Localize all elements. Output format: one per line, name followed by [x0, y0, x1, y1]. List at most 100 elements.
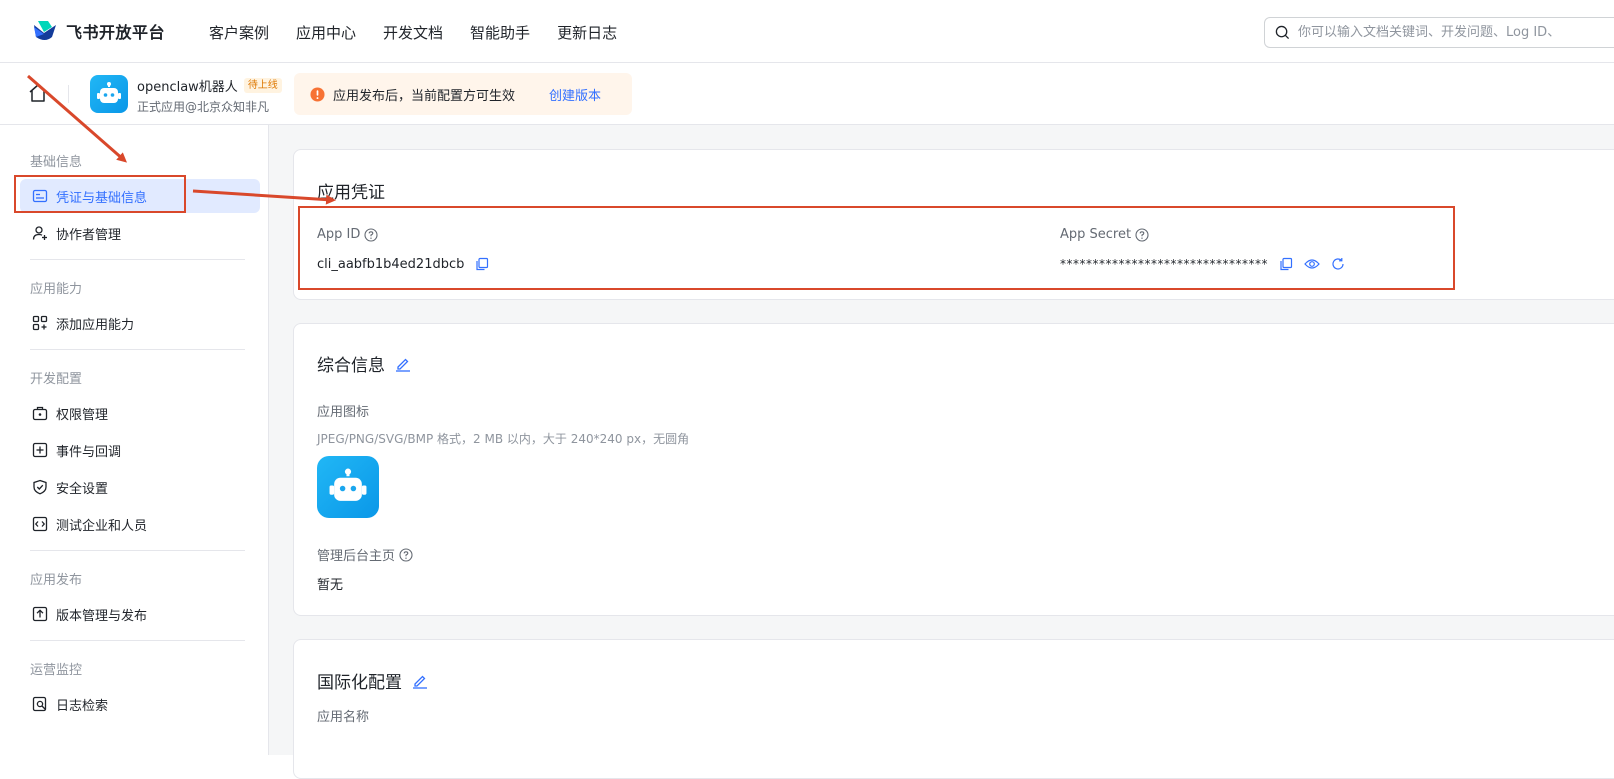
admin-home-value: 暂无 [317, 578, 344, 593]
label-text: 管理后台主页 [317, 549, 396, 564]
user-add-icon [32, 226, 47, 240]
logo[interactable]: 飞书开放平台 [32, 19, 165, 43]
robot-icon [97, 82, 121, 103]
divider [30, 349, 245, 350]
app-icon-hint: JPEG/PNG/SVG/BMP 格式，2 MB 以内，大于 240*240 p… [317, 432, 690, 446]
status-badge: 待上线 [243, 78, 282, 93]
app-avatar [90, 75, 128, 113]
card-title-text: 应用凭证 [317, 183, 385, 203]
sidebar-item-label: 凭证与基础信息 [56, 190, 148, 206]
general-info-title: 综合信息 [317, 351, 411, 376]
general-info-card: 综合信息 应用图标 JPEG/PNG/SVG/BMP 格式，2 MB 以内，大于… [293, 323, 1614, 616]
upload-icon [32, 606, 48, 622]
nav-item-changelog[interactable]: 更新日志 [557, 22, 617, 43]
sidebar-item-test-tenants[interactable]: 测试企业和人员 [20, 507, 260, 541]
edit-icon[interactable] [412, 673, 428, 689]
top-nav: 客户案例 应用中心 开发文档 智能助手 更新日志 [209, 22, 617, 43]
group-title-release: 应用发布 [30, 573, 83, 588]
card-title-text: 综合信息 [317, 356, 385, 376]
search-input[interactable] [1298, 25, 1598, 40]
search-icon [1275, 25, 1290, 40]
warning-icon [310, 86, 325, 102]
app-id-value: cli_aabfb1b4ed21dbcb [317, 256, 465, 272]
credentials-card: 应用凭证 App ID cli_aabfb1b4ed21dbcb App Sec… [293, 149, 1614, 300]
app-id-row: cli_aabfb1b4ed21dbcb [317, 256, 490, 272]
sidebar-item-collaborators[interactable]: 协作者管理 [20, 216, 260, 250]
logo-text: 飞书开放平台 [66, 23, 166, 42]
create-version-link[interactable]: 创建版本 [549, 85, 601, 104]
sidebar: 基础信息 凭证与基础信息 协作者管理 应用能力 添加应用能力 开发配置 权限管理… [6, 125, 269, 755]
app-subtitle: 正式应用@北京众知非凡 [137, 100, 270, 114]
feishu-logo-icon [34, 21, 56, 40]
label-text: App ID [317, 227, 361, 242]
reset-secret-button[interactable] [1330, 256, 1346, 272]
log-search-icon [32, 696, 47, 712]
notice-text: 应用发布后，当前配置方可生效 [333, 88, 516, 104]
top-bar: 飞书开放平台 客户案例 应用中心 开发文档 智能助手 更新日志 [0, 0, 1614, 63]
copy-icon [1280, 257, 1293, 271]
edit-icon[interactable] [395, 356, 411, 372]
app-name-row: openclaw机器人 待上线 [137, 76, 282, 95]
app-icon-upload[interactable] [317, 456, 379, 518]
divider [30, 550, 245, 551]
copy-icon [476, 257, 489, 271]
nav-item-app-center[interactable]: 应用中心 [296, 22, 356, 43]
sidebar-item-events[interactable]: 事件与回调 [20, 433, 260, 467]
sidebar-item-log-search[interactable]: 日志检索 [20, 687, 260, 721]
label-text: App Secret [1060, 227, 1132, 242]
i18n-title: 国际化配置 [317, 668, 428, 693]
credentials-title: 应用凭证 [317, 178, 385, 203]
help-icon[interactable] [1135, 227, 1149, 242]
group-title-dev-config: 开发配置 [30, 372, 83, 387]
help-icon[interactable] [364, 227, 378, 242]
publish-notice: 应用发布后，当前配置方可生效 创建版本 [294, 73, 632, 115]
sidebar-item-label: 协作者管理 [56, 227, 122, 243]
app-secret-value: ******************************** [1060, 257, 1268, 271]
eye-icon [1304, 259, 1320, 269]
help-icon[interactable] [399, 547, 413, 562]
briefcase-lock-icon [32, 406, 48, 421]
app-secret-label: App Secret [1060, 227, 1149, 242]
sidebar-item-label: 安全设置 [56, 481, 109, 497]
copy-app-id-button[interactable] [474, 256, 490, 272]
sidebar-item-versions[interactable]: 版本管理与发布 [20, 597, 260, 631]
id-card-icon [32, 189, 48, 203]
show-secret-button[interactable] [1304, 256, 1320, 272]
sidebar-item-security[interactable]: 安全设置 [20, 470, 260, 504]
main-content: 应用凭证 App ID cli_aabfb1b4ed21dbcb App Sec… [269, 125, 1614, 779]
admin-home-label: 管理后台主页 [317, 545, 413, 564]
app-name-label: 应用名称 [317, 710, 370, 725]
nav-item-cases[interactable]: 客户案例 [209, 22, 269, 43]
divider [68, 85, 69, 103]
event-add-icon [32, 442, 48, 458]
home-icon[interactable] [28, 83, 48, 103]
group-title-monitoring: 运营监控 [30, 663, 83, 678]
sidebar-item-label: 事件与回调 [56, 444, 122, 460]
card-title-text: 国际化配置 [317, 673, 402, 693]
app-secret-row: ******************************** [1060, 256, 1346, 272]
refresh-icon [1332, 258, 1344, 270]
robot-icon [329, 468, 367, 501]
group-title-basic: 基础信息 [30, 155, 83, 170]
divider [30, 259, 245, 260]
sidebar-item-label: 版本管理与发布 [56, 608, 148, 624]
sidebar-item-permissions[interactable]: 权限管理 [20, 396, 260, 430]
sidebar-item-add-capability[interactable]: 添加应用能力 [20, 306, 260, 340]
sidebar-item-label: 添加应用能力 [56, 317, 135, 333]
group-title-capabilities: 应用能力 [30, 282, 83, 297]
i18n-card: 国际化配置 应用名称 [293, 639, 1614, 779]
app-icon-label: 应用图标 [317, 405, 370, 420]
app-bar: openclaw机器人 待上线 正式应用@北京众知非凡 应用发布后，当前配置方可… [0, 63, 1614, 125]
sidebar-item-label: 权限管理 [56, 407, 109, 423]
copy-secret-button[interactable] [1278, 256, 1294, 272]
sidebar-item-credentials[interactable]: 凭证与基础信息 [20, 179, 260, 213]
code-icon [32, 516, 48, 532]
shield-icon [33, 479, 47, 495]
nav-item-docs[interactable]: 开发文档 [383, 22, 443, 43]
app-name: openclaw机器人 [137, 80, 238, 95]
sidebar-item-label: 测试企业和人员 [56, 518, 148, 534]
search-box[interactable] [1264, 17, 1614, 48]
nav-item-assistant[interactable]: 智能助手 [470, 22, 530, 43]
app-id-label: App ID [317, 227, 378, 242]
apps-add-icon [32, 315, 48, 331]
